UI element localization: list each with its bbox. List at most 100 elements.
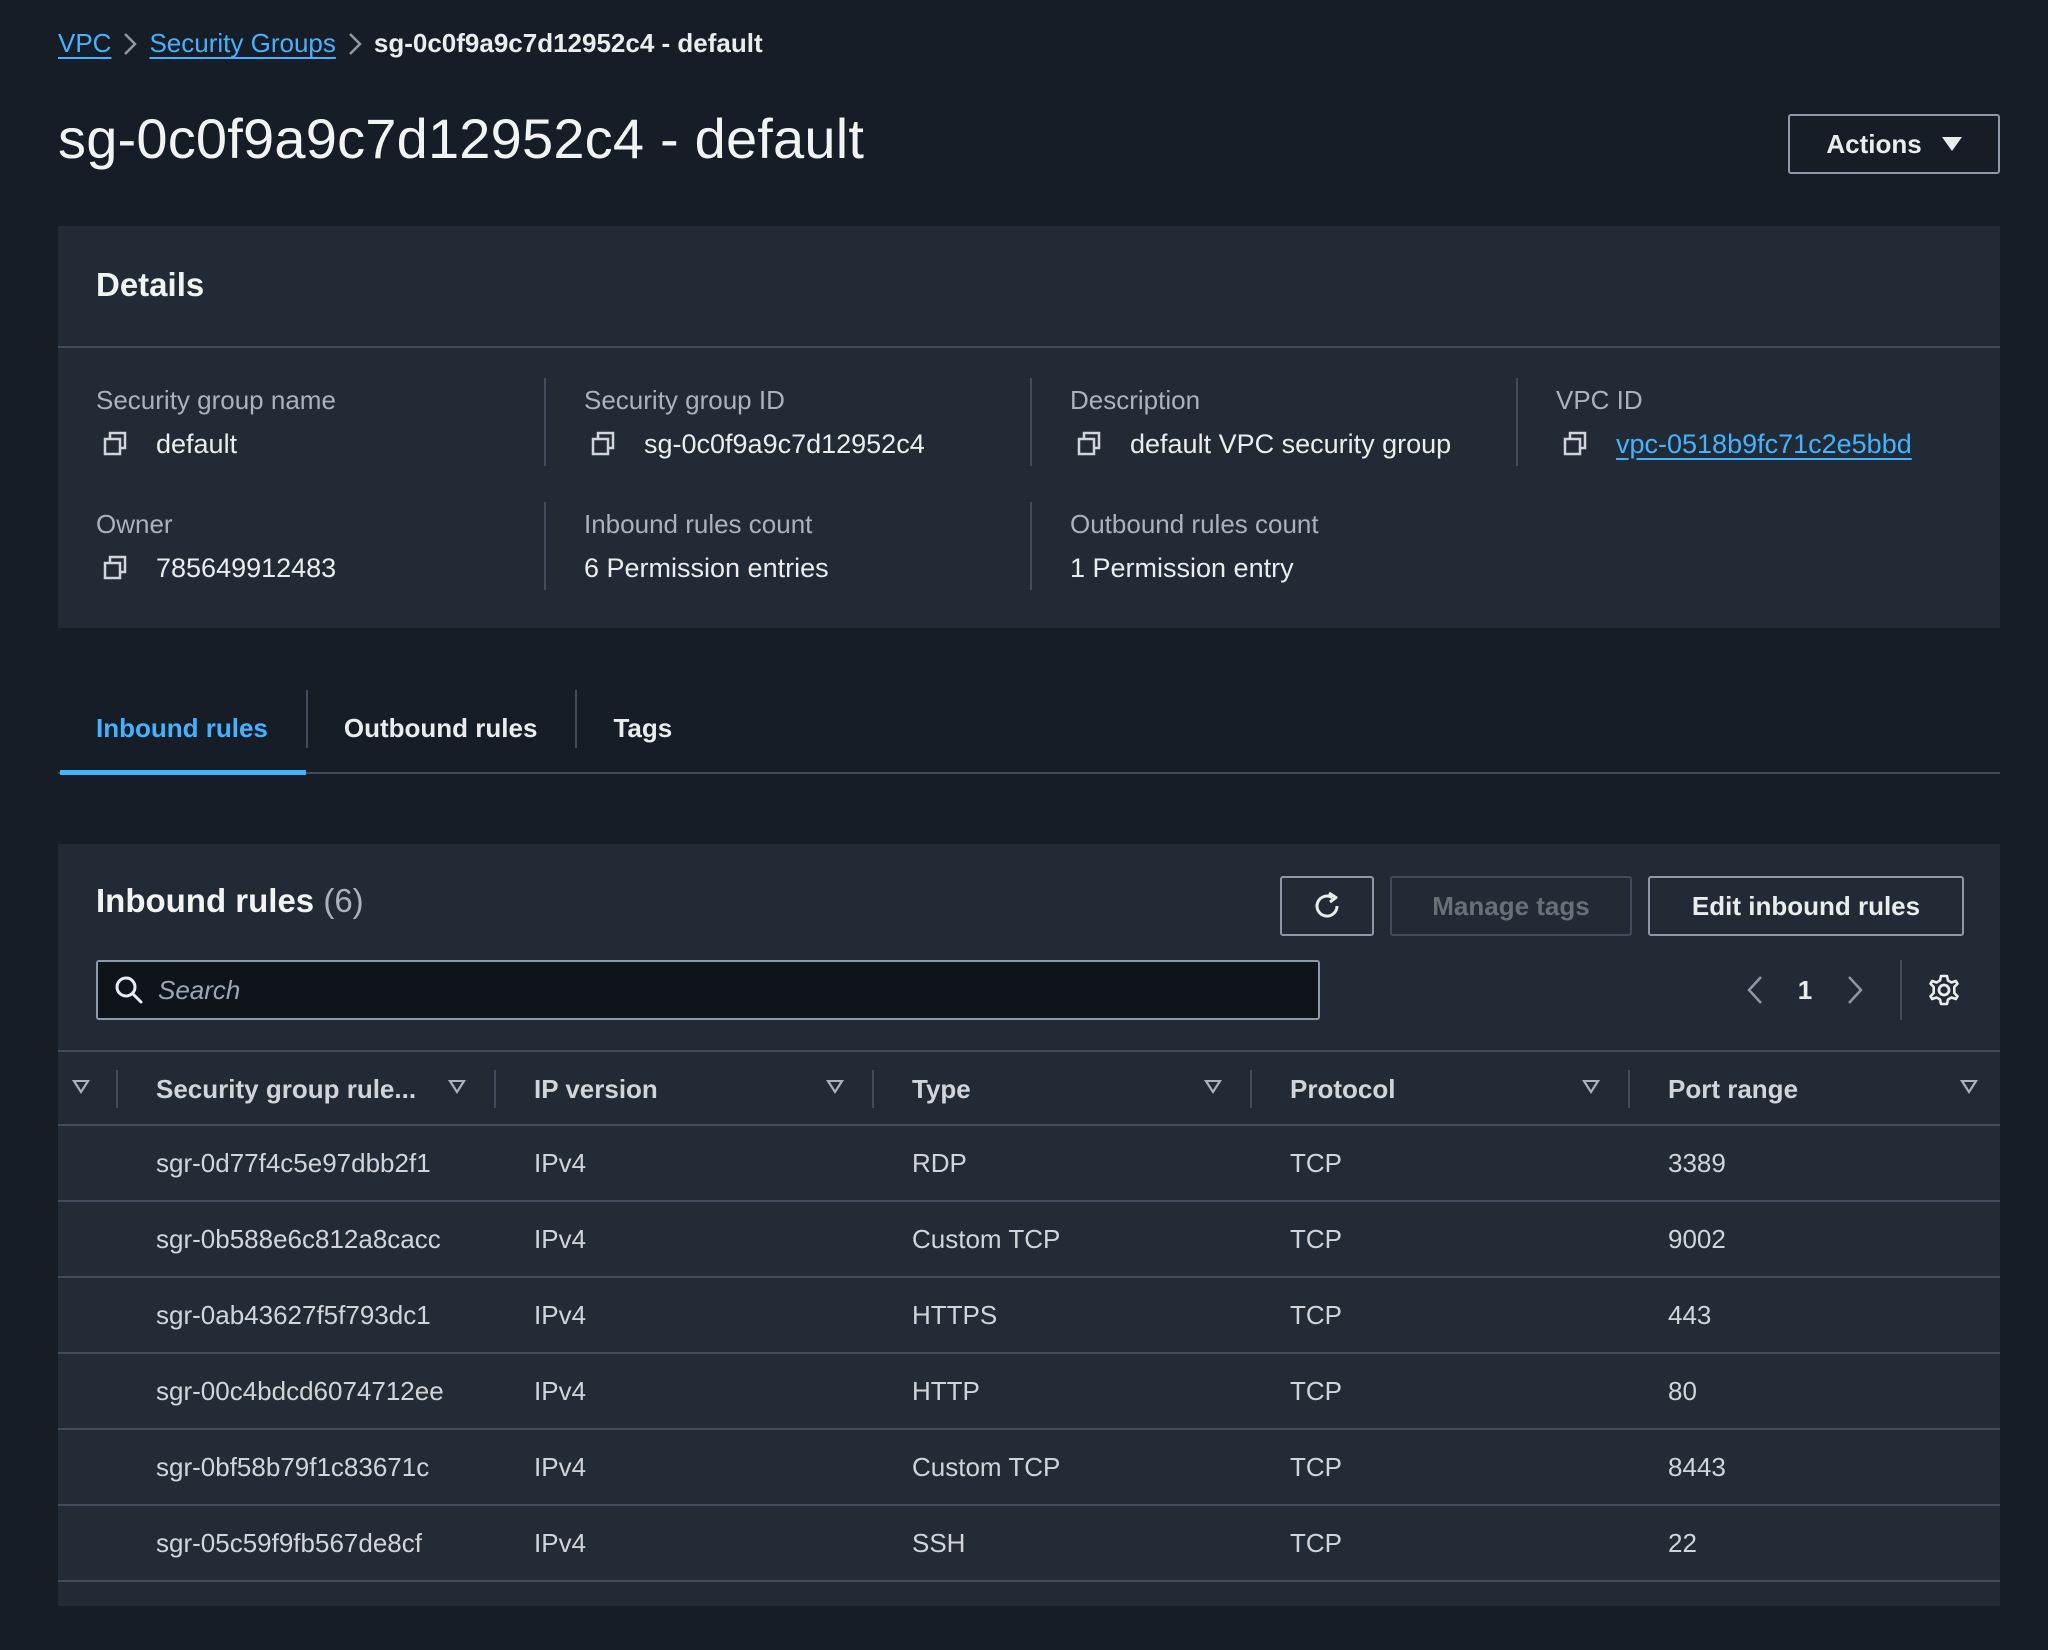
- table-row[interactable]: sgr-0ab43627f5f793dc1 IPv4 HTTPS TCP 443: [58, 1278, 2000, 1354]
- detail-label: VPC ID: [1556, 385, 1643, 415]
- detail-value: 1 Permission entry: [1070, 553, 1294, 583]
- detail-security-group-name: Security group name default: [58, 384, 544, 460]
- cell-type: HTTPS: [912, 1299, 998, 1330]
- column-divider: [1628, 1070, 1630, 1108]
- sort-triangle-icon[interactable]: [448, 1080, 466, 1094]
- filter-triangle-icon[interactable]: [72, 1080, 90, 1094]
- details-title: Details: [58, 226, 2000, 348]
- vpc-id-link[interactable]: vpc-0518b9fc71c2e5bbd: [1616, 428, 1912, 460]
- detail-label: Security group ID: [584, 385, 785, 415]
- tab-inbound-rules[interactable]: Inbound rules: [58, 684, 306, 775]
- actions-button-label: Actions: [1826, 128, 1922, 159]
- inbound-rules-count: (6): [323, 882, 364, 919]
- manage-tags-button[interactable]: Manage tags: [1390, 876, 1632, 936]
- inbound-rules-title: Inbound rules: [96, 882, 315, 919]
- copy-icon[interactable]: [1556, 428, 1594, 460]
- detail-description: Description default VPC security group: [1030, 378, 1516, 466]
- column-header-port-range[interactable]: Port range: [1668, 1052, 1798, 1126]
- detail-owner: Owner 785649912483: [58, 508, 544, 584]
- copy-icon[interactable]: [96, 428, 134, 460]
- column-divider: [494, 1070, 496, 1108]
- previous-page-button[interactable]: [1730, 965, 1780, 1015]
- breadcrumb-security-groups-link[interactable]: Security Groups: [149, 28, 335, 59]
- column-header-ip-version[interactable]: IP version: [534, 1052, 658, 1126]
- cell-protocol: TCP: [1290, 1147, 1342, 1178]
- detail-value: default VPC security group: [1130, 429, 1452, 459]
- next-page-button[interactable]: [1830, 965, 1880, 1015]
- cell-rule-id: sgr-05c59f9fb567de8cf: [156, 1527, 422, 1558]
- tabs: Inbound rules Outbound rules Tags: [58, 684, 2000, 775]
- table-row[interactable]: sgr-0b588e6c812a8cacc IPv4 Custom TCP TC…: [58, 1202, 2000, 1278]
- cell-ip-version: IPv4: [534, 1223, 587, 1254]
- cell-protocol: TCP: [1290, 1527, 1342, 1558]
- cell-rule-id: sgr-0b588e6c812a8cacc: [156, 1223, 441, 1254]
- cell-rule-id: sgr-0bf58b79f1c83671c: [156, 1451, 430, 1482]
- detail-inbound-rules-count: Inbound rules count 6 Permission entries: [544, 502, 1030, 590]
- detail-outbound-rules-count: Outbound rules count 1 Permission entry: [1030, 502, 1516, 590]
- detail-value-row: default: [96, 428, 544, 460]
- cell-protocol: TCP: [1290, 1451, 1342, 1482]
- cell-ip-version: IPv4: [534, 1147, 587, 1178]
- chevron-right-icon: [336, 32, 374, 56]
- column-divider: [872, 1070, 874, 1108]
- detail-security-group-id: Security group ID sg-0c0f9a9c7d12952c4: [544, 378, 1030, 466]
- inbound-rules-table: Security group rule... IP version Type P…: [58, 1050, 2000, 1582]
- cell-protocol: TCP: [1290, 1375, 1342, 1406]
- copy-icon[interactable]: [1070, 428, 1108, 460]
- tab-tags[interactable]: Tags: [575, 684, 710, 772]
- cell-protocol: TCP: [1290, 1299, 1342, 1330]
- column-header-type[interactable]: Type: [912, 1052, 971, 1126]
- detail-value-row: default VPC security group: [1070, 428, 1516, 460]
- chevron-right-icon: [1848, 976, 1863, 1004]
- tab-outbound-rules[interactable]: Outbound rules: [305, 684, 576, 772]
- sort-triangle-icon[interactable]: [826, 1080, 844, 1094]
- table-row[interactable]: sgr-00c4bdcd6074712ee IPv4 HTTP TCP 80: [58, 1354, 2000, 1430]
- cell-protocol: TCP: [1290, 1223, 1342, 1254]
- chevron-left-icon: [1747, 976, 1762, 1004]
- sort-triangle-icon[interactable]: [1960, 1080, 1978, 1094]
- column-header-rule-id[interactable]: Security group rule...: [156, 1052, 416, 1126]
- page-title: sg-0c0f9a9c7d12952c4 - default: [58, 107, 865, 170]
- breadcrumb-vpc-link[interactable]: VPC: [58, 28, 111, 59]
- cell-rule-id: sgr-0ab43627f5f793dc1: [156, 1299, 431, 1330]
- sort-triangle-icon[interactable]: [1204, 1080, 1222, 1094]
- breadcrumb-current: sg-0c0f9a9c7d12952c4 - default: [373, 28, 763, 58]
- cell-ip-version: IPv4: [534, 1299, 587, 1330]
- column-header-protocol[interactable]: Protocol: [1290, 1052, 1395, 1126]
- gear-icon: [1929, 974, 1959, 1006]
- table-row[interactable]: sgr-0d77f4c5e97dbb2f1 IPv4 RDP TCP 3389: [58, 1126, 2000, 1202]
- cell-ip-version: IPv4: [534, 1375, 587, 1406]
- search-input[interactable]: [158, 974, 1308, 1006]
- edit-inbound-rules-button[interactable]: Edit inbound rules: [1648, 876, 1964, 936]
- detail-value: 785649912483: [156, 553, 337, 583]
- cell-type: RDP: [912, 1147, 967, 1178]
- detail-value: 6 Permission entries: [584, 553, 829, 583]
- detail-label: Owner: [96, 509, 173, 539]
- detail-label: Outbound rules count: [1070, 509, 1319, 539]
- table-row[interactable]: sgr-0bf58b79f1c83671c IPv4 Custom TCP TC…: [58, 1430, 2000, 1506]
- detail-label: Security group name: [96, 385, 336, 415]
- refresh-button[interactable]: [1280, 876, 1374, 936]
- refresh-icon: [1315, 891, 1339, 918]
- cell-type: HTTP: [912, 1375, 980, 1406]
- detail-vpc-id: VPC ID vpc-0518b9fc71c2e5bbd: [1516, 378, 2002, 466]
- cell-type: Custom TCP: [912, 1451, 1061, 1482]
- copy-icon[interactable]: [96, 552, 134, 584]
- page: VPC Security Groups sg-0c0f9a9c7d12952c4…: [0, 0, 2048, 1650]
- actions-button[interactable]: Actions: [1788, 114, 2000, 174]
- cell-rule-id: sgr-0d77f4c5e97dbb2f1: [156, 1147, 431, 1178]
- preferences-button[interactable]: [1902, 962, 1986, 1018]
- search-box: [96, 960, 1320, 1020]
- table-row[interactable]: sgr-05c59f9fb567de8cf IPv4 SSH TCP 22: [58, 1506, 2000, 1582]
- page-number[interactable]: 1: [1780, 975, 1830, 1006]
- cell-type: SSH: [912, 1527, 966, 1558]
- pagination: 1: [1730, 960, 1986, 1020]
- cell-port-range: 22: [1668, 1527, 1697, 1558]
- copy-icon[interactable]: [584, 428, 622, 460]
- detail-value-row: vpc-0518b9fc71c2e5bbd: [1556, 428, 2002, 460]
- detail-label: Inbound rules count: [584, 509, 813, 539]
- cell-ip-version: IPv4: [534, 1451, 587, 1482]
- sort-triangle-icon[interactable]: [1582, 1080, 1600, 1094]
- search-icon: [115, 976, 143, 1004]
- detail-value-row: sg-0c0f9a9c7d12952c4: [584, 428, 1030, 460]
